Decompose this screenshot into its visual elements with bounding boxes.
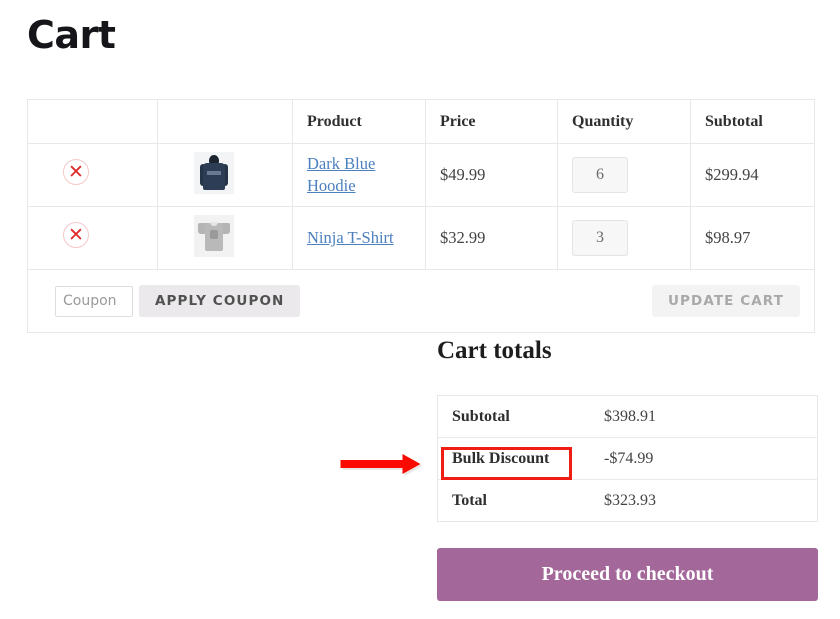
quantity-input[interactable] (572, 157, 628, 193)
totals-label-bulk-discount: Bulk Discount (437, 437, 590, 480)
column-header-thumbnail (157, 99, 293, 144)
tshirt-thumbnail[interactable] (194, 214, 234, 257)
page-title: Cart (27, 13, 116, 57)
cart-actions-bar: APPLY COUPON UPDATE CART (42, 276, 814, 326)
column-header-quantity: Quantity (557, 99, 691, 144)
cell-product-name: Dark Blue Hoodie (292, 143, 426, 207)
column-header-product: Product (292, 99, 426, 144)
column-header-price: Price (425, 99, 558, 144)
cart-totals-body: Subtotal $398.91 Bulk Discount -$74.99 T… (437, 395, 818, 522)
totals-value-subtotal: $398.91 (590, 395, 818, 438)
totals-row-total: Total $323.93 (437, 479, 818, 522)
update-cart-button[interactable]: UPDATE CART (651, 285, 800, 317)
table-row: ✕ Ninja T-Shirt $32.99 $98.97 (27, 206, 815, 270)
totals-label-subtotal: Subtotal (437, 395, 590, 438)
tshirt-logo-shape (210, 229, 218, 239)
cart-table: Product Price Quantity Subtotal ✕ Dark B… (27, 99, 815, 333)
remove-item-button[interactable]: ✕ (62, 221, 92, 251)
table-header-row: Product Price Quantity Subtotal (27, 99, 815, 144)
cell-price: $32.99 (425, 206, 558, 270)
table-row: ✕ Dark Blue Hoodie $49.99 $299.94 (27, 143, 815, 207)
apply-coupon-button[interactable]: APPLY COUPON (139, 285, 301, 317)
totals-row-subtotal: Subtotal $398.91 (437, 395, 818, 438)
cell-product-name: Ninja T-Shirt (292, 206, 426, 270)
proceed-to-checkout-button[interactable]: Proceed to checkout (437, 548, 818, 601)
coupon-input[interactable] (55, 285, 133, 317)
product-link[interactable]: Ninja T-Shirt (307, 227, 394, 249)
annotation-arrow-icon (340, 454, 423, 476)
totals-label-total: Total (437, 479, 590, 522)
cell-remove: ✕ (27, 143, 158, 207)
quantity-input[interactable] (572, 220, 628, 256)
totals-row-bulk-discount: Bulk Discount -$74.99 (437, 437, 818, 480)
totals-value-total: $323.93 (590, 479, 818, 522)
remove-x-icon: ✕ (68, 160, 84, 183)
cell-quantity (557, 143, 691, 207)
cart-totals-table: Subtotal $398.91 Bulk Discount -$74.99 T… (437, 395, 818, 522)
cart-actions-row: APPLY COUPON UPDATE CART (27, 269, 815, 333)
cart-table-body: ✕ Dark Blue Hoodie $49.99 $299.94 (27, 143, 815, 333)
cart-table-header: Product Price Quantity Subtotal (27, 99, 815, 144)
remove-x-icon: ✕ (68, 223, 84, 246)
cell-thumbnail (157, 206, 293, 270)
column-header-subtotal: Subtotal (690, 99, 815, 144)
column-header-remove (27, 99, 158, 144)
cell-subtotal: $299.94 (690, 143, 815, 207)
cart-actions-cell: APPLY COUPON UPDATE CART (27, 269, 815, 333)
product-link[interactable]: Dark Blue Hoodie (307, 153, 425, 197)
hoodie-logo-shape (207, 170, 221, 175)
cell-thumbnail (157, 143, 293, 207)
cell-quantity (557, 206, 691, 270)
cell-subtotal: $98.97 (690, 206, 815, 270)
totals-value-bulk-discount: -$74.99 (590, 437, 818, 480)
cell-remove: ✕ (27, 206, 158, 270)
cart-totals-title: Cart totals (437, 337, 552, 364)
cell-price: $49.99 (425, 143, 558, 207)
hoodie-thumbnail[interactable] (194, 151, 234, 194)
remove-item-button[interactable]: ✕ (62, 158, 92, 188)
hoodie-body-shape (203, 162, 225, 190)
